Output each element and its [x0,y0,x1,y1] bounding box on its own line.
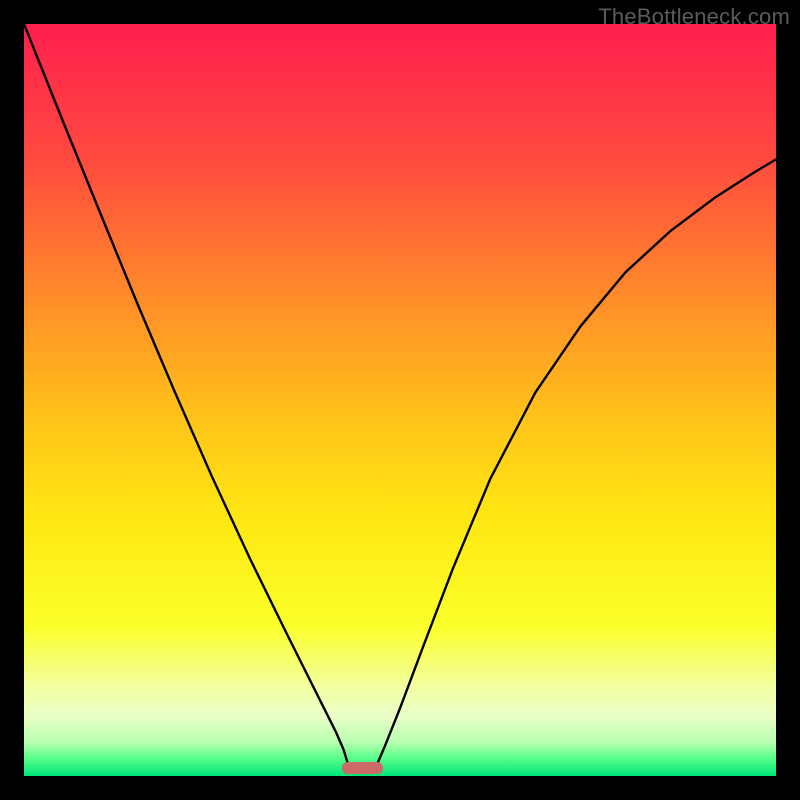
chart-frame: TheBottleneck.com [0,0,800,800]
bottom-marker [342,762,383,774]
gradient-background [24,24,776,776]
bottom-marker-rect [342,762,383,774]
chart-plot [24,24,776,776]
